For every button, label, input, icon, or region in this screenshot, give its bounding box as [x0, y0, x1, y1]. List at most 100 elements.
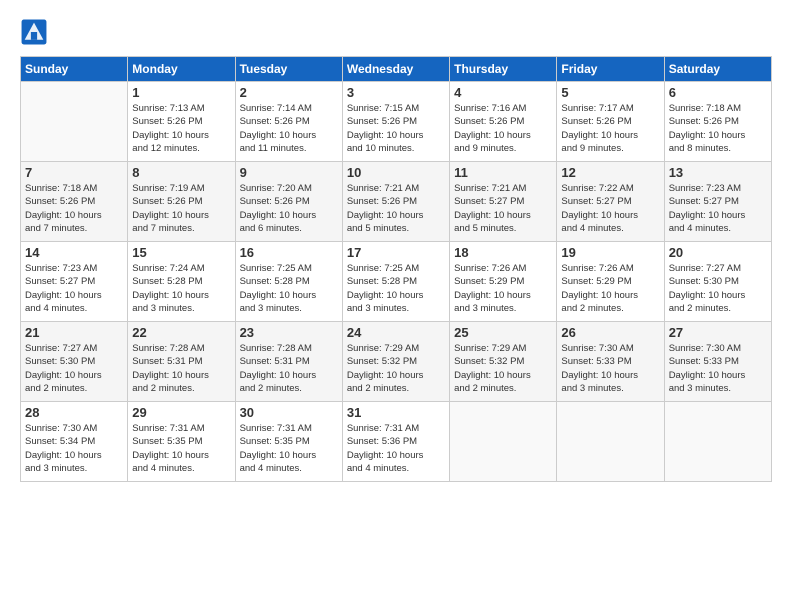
week-row-1: 1 Sunrise: 7:13 AM Sunset: 5:26 PM Daylig…	[21, 82, 772, 162]
day-cell: 15 Sunrise: 7:24 AM Sunset: 5:28 PM Dayli…	[128, 242, 235, 322]
day-cell: 20 Sunrise: 7:27 AM Sunset: 5:30 PM Dayli…	[664, 242, 771, 322]
day-cell: 9Sunrise: 7:20 AM Sunset: 5:26 PM Daylig…	[235, 162, 342, 242]
day-cell: 8 Sunrise: 7:19 AM Sunset: 5:26 PM Daylig…	[128, 162, 235, 242]
day-number: 1	[132, 85, 230, 100]
day-info: Sunrise: 7:13 AM Sunset: 5:26 PM Dayligh…	[132, 102, 230, 155]
day-cell: 1 Sunrise: 7:13 AM Sunset: 5:26 PM Daylig…	[128, 82, 235, 162]
day-cell	[450, 402, 557, 482]
day-number: 22	[132, 325, 230, 340]
day-info: Sunrise: 7:30 AM Sunset: 5:33 PM Dayligh…	[669, 342, 767, 395]
header-row: SundayMondayTuesdayWednesdayThursdayFrid…	[21, 57, 772, 82]
day-number: 29	[132, 405, 230, 420]
day-info: Sunrise: 7:31 AM Sunset: 5:36 PM Dayligh…	[347, 422, 445, 475]
day-number: 16	[240, 245, 338, 260]
day-cell: 28 Sunrise: 7:30 AM Sunset: 5:34 PM Dayli…	[21, 402, 128, 482]
day-number: 6	[669, 85, 767, 100]
day-info: Sunrise: 7:15 AM Sunset: 5:26 PM Dayligh…	[347, 102, 445, 155]
day-number: 28	[25, 405, 123, 420]
day-number: 19	[561, 245, 659, 260]
day-cell: 19 Sunrise: 7:26 AM Sunset: 5:29 PM Dayli…	[557, 242, 664, 322]
col-header-saturday: Saturday	[664, 57, 771, 82]
day-info: Sunrise: 7:19 AM Sunset: 5:26 PM Dayligh…	[132, 182, 230, 235]
day-cell: 5Sunrise: 7:17 AM Sunset: 5:26 PM Daylig…	[557, 82, 664, 162]
col-header-tuesday: Tuesday	[235, 57, 342, 82]
day-number: 12	[561, 165, 659, 180]
day-number: 5	[561, 85, 659, 100]
day-info: Sunrise: 7:28 AM Sunset: 5:31 PM Dayligh…	[132, 342, 230, 395]
day-cell: 30 Sunrise: 7:31 AM Sunset: 5:35 PM Dayli…	[235, 402, 342, 482]
day-number: 30	[240, 405, 338, 420]
day-number: 17	[347, 245, 445, 260]
day-cell: 26 Sunrise: 7:30 AM Sunset: 5:33 PM Dayli…	[557, 322, 664, 402]
day-number: 8	[132, 165, 230, 180]
day-cell: 7 Sunrise: 7:18 AM Sunset: 5:26 PM Daylig…	[21, 162, 128, 242]
day-info: Sunrise: 7:22 AM Sunset: 5:27 PM Dayligh…	[561, 182, 659, 235]
week-row-3: 14Sunrise: 7:23 AM Sunset: 5:27 PM Dayli…	[21, 242, 772, 322]
day-cell: 6 Sunrise: 7:18 AM Sunset: 5:26 PM Daylig…	[664, 82, 771, 162]
day-info: Sunrise: 7:25 AM Sunset: 5:28 PM Dayligh…	[347, 262, 445, 315]
calendar-table: SundayMondayTuesdayWednesdayThursdayFrid…	[20, 56, 772, 482]
day-number: 10	[347, 165, 445, 180]
day-cell: 22 Sunrise: 7:28 AM Sunset: 5:31 PM Dayli…	[128, 322, 235, 402]
day-cell: 24Sunrise: 7:29 AM Sunset: 5:32 PM Dayli…	[342, 322, 449, 402]
day-number: 25	[454, 325, 552, 340]
day-number: 4	[454, 85, 552, 100]
day-info: Sunrise: 7:18 AM Sunset: 5:26 PM Dayligh…	[25, 182, 123, 235]
day-number: 9	[240, 165, 338, 180]
day-info: Sunrise: 7:31 AM Sunset: 5:35 PM Dayligh…	[240, 422, 338, 475]
day-cell: 16 Sunrise: 7:25 AM Sunset: 5:28 PM Dayli…	[235, 242, 342, 322]
week-row-4: 21Sunrise: 7:27 AM Sunset: 5:30 PM Dayli…	[21, 322, 772, 402]
day-info: Sunrise: 7:26 AM Sunset: 5:29 PM Dayligh…	[561, 262, 659, 315]
day-cell: 12 Sunrise: 7:22 AM Sunset: 5:27 PM Dayli…	[557, 162, 664, 242]
col-header-thursday: Thursday	[450, 57, 557, 82]
day-info: Sunrise: 7:23 AM Sunset: 5:27 PM Dayligh…	[669, 182, 767, 235]
day-number: 14	[25, 245, 123, 260]
day-number: 20	[669, 245, 767, 260]
logo	[20, 18, 52, 46]
day-cell	[664, 402, 771, 482]
day-number: 11	[454, 165, 552, 180]
day-cell: 27 Sunrise: 7:30 AM Sunset: 5:33 PM Dayli…	[664, 322, 771, 402]
calendar-page: SundayMondayTuesdayWednesdayThursdayFrid…	[0, 0, 792, 612]
day-number: 21	[25, 325, 123, 340]
day-info: Sunrise: 7:14 AM Sunset: 5:26 PM Dayligh…	[240, 102, 338, 155]
day-number: 15	[132, 245, 230, 260]
day-cell: 25Sunrise: 7:29 AM Sunset: 5:32 PM Dayli…	[450, 322, 557, 402]
day-info: Sunrise: 7:30 AM Sunset: 5:33 PM Dayligh…	[561, 342, 659, 395]
day-info: Sunrise: 7:24 AM Sunset: 5:28 PM Dayligh…	[132, 262, 230, 315]
day-cell: 29 Sunrise: 7:31 AM Sunset: 5:35 PM Dayli…	[128, 402, 235, 482]
day-number: 24	[347, 325, 445, 340]
day-cell: 17 Sunrise: 7:25 AM Sunset: 5:28 PM Dayli…	[342, 242, 449, 322]
day-number: 7	[25, 165, 123, 180]
day-number: 31	[347, 405, 445, 420]
day-cell: 21Sunrise: 7:27 AM Sunset: 5:30 PM Dayli…	[21, 322, 128, 402]
day-info: Sunrise: 7:30 AM Sunset: 5:34 PM Dayligh…	[25, 422, 123, 475]
day-cell: 13 Sunrise: 7:23 AM Sunset: 5:27 PM Dayli…	[664, 162, 771, 242]
day-number: 13	[669, 165, 767, 180]
day-info: Sunrise: 7:26 AM Sunset: 5:29 PM Dayligh…	[454, 262, 552, 315]
day-info: Sunrise: 7:16 AM Sunset: 5:26 PM Dayligh…	[454, 102, 552, 155]
day-number: 27	[669, 325, 767, 340]
header	[20, 18, 772, 46]
day-cell: 23Sunrise: 7:28 AM Sunset: 5:31 PM Dayli…	[235, 322, 342, 402]
day-info: Sunrise: 7:21 AM Sunset: 5:27 PM Dayligh…	[454, 182, 552, 235]
day-cell: 18Sunrise: 7:26 AM Sunset: 5:29 PM Dayli…	[450, 242, 557, 322]
day-info: Sunrise: 7:18 AM Sunset: 5:26 PM Dayligh…	[669, 102, 767, 155]
day-info: Sunrise: 7:28 AM Sunset: 5:31 PM Dayligh…	[240, 342, 338, 395]
week-row-5: 28 Sunrise: 7:30 AM Sunset: 5:34 PM Dayli…	[21, 402, 772, 482]
day-info: Sunrise: 7:31 AM Sunset: 5:35 PM Dayligh…	[132, 422, 230, 475]
day-cell: 10Sunrise: 7:21 AM Sunset: 5:26 PM Dayli…	[342, 162, 449, 242]
day-number: 26	[561, 325, 659, 340]
day-cell: 31 Sunrise: 7:31 AM Sunset: 5:36 PM Dayli…	[342, 402, 449, 482]
day-cell: 11 Sunrise: 7:21 AM Sunset: 5:27 PM Dayli…	[450, 162, 557, 242]
day-cell: 14Sunrise: 7:23 AM Sunset: 5:27 PM Dayli…	[21, 242, 128, 322]
day-info: Sunrise: 7:25 AM Sunset: 5:28 PM Dayligh…	[240, 262, 338, 315]
col-header-friday: Friday	[557, 57, 664, 82]
day-info: Sunrise: 7:27 AM Sunset: 5:30 PM Dayligh…	[669, 262, 767, 315]
day-number: 3	[347, 85, 445, 100]
col-header-sunday: Sunday	[21, 57, 128, 82]
logo-icon	[20, 18, 48, 46]
day-cell: 3 Sunrise: 7:15 AM Sunset: 5:26 PM Daylig…	[342, 82, 449, 162]
week-row-2: 7 Sunrise: 7:18 AM Sunset: 5:26 PM Daylig…	[21, 162, 772, 242]
day-cell: 4 Sunrise: 7:16 AM Sunset: 5:26 PM Daylig…	[450, 82, 557, 162]
